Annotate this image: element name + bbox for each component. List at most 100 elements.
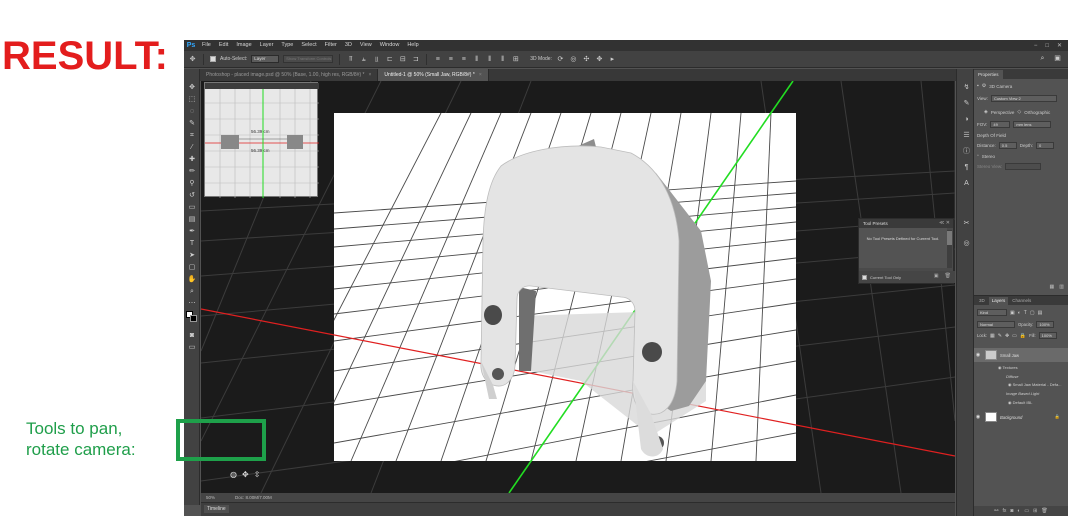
new-layer-icon[interactable]: ⊞	[1033, 506, 1037, 516]
align-right-icon[interactable]: ⊐	[411, 55, 420, 64]
paragraph-panel-icon[interactable]: ¶	[962, 163, 971, 172]
delete-icon[interactable]: ▥	[1059, 284, 1064, 290]
workspace-icon[interactable]: ▣	[1053, 54, 1062, 63]
eyedropper-tool-icon[interactable]: ⁄	[187, 143, 197, 153]
lock-pixels-icon[interactable]: ▦	[990, 333, 995, 339]
drag-3d-icon[interactable]: ✣	[582, 55, 591, 64]
crop-tool-icon[interactable]: ⌗	[187, 131, 197, 141]
adjustment-filter-icon[interactable]: ◐	[1018, 310, 1021, 316]
trash-icon[interactable]: 🗑	[945, 273, 951, 279]
timeline-tab[interactable]: Timeline	[204, 505, 229, 513]
tool-presets-header[interactable]: Tool Presets ≪ ✕	[859, 219, 953, 228]
tab-placed-image[interactable]: Photoshop - placed image.psd @ 50% (Base…	[200, 69, 379, 81]
opacity-input[interactable]: 100%	[1036, 321, 1055, 328]
eraser-tool-icon[interactable]: ▭	[187, 203, 197, 213]
distribute-middle-icon[interactable]: ≡	[446, 55, 455, 64]
maximize-button[interactable]: □	[1045, 43, 1049, 49]
quick-select-tool-icon[interactable]: ✎	[187, 119, 197, 129]
gradient-tool-icon[interactable]: ▤	[187, 215, 197, 225]
history-panel-icon[interactable]: ↯	[962, 83, 971, 92]
layer-small-jaw[interactable]: ◉ Small Jaw	[974, 348, 1068, 362]
document-canvas[interactable]: 56.39 cm 56.39 cm ◍ ✥ ⇳ Tool Presets ≪ ✕…	[201, 81, 955, 493]
history-brush-tool-icon[interactable]: ↺	[187, 191, 197, 201]
menu-help[interactable]: Help	[403, 40, 422, 51]
lock-brush-icon[interactable]: ✎	[998, 333, 1002, 339]
auto-align-icon[interactable]: ⊞	[511, 55, 520, 64]
auto-select-checkbox[interactable]	[210, 56, 216, 62]
more-tools-icon[interactable]: ⋯	[187, 299, 197, 309]
orthographic-icon[interactable]: ◇	[1017, 109, 1021, 115]
layer-background[interactable]: ◉ Background 🔒	[974, 410, 1068, 424]
adjustments-panel-icon[interactable]: ◑	[962, 115, 971, 124]
move-tool-icon[interactable]: ✥	[188, 55, 197, 64]
brush-tool-icon[interactable]: ✏	[187, 167, 197, 177]
dolly-camera-icon[interactable]: ⇳	[254, 470, 261, 479]
transform-controls-field[interactable]: Show Transform Controls	[283, 55, 334, 63]
menu-layer[interactable]: Layer	[256, 40, 278, 51]
view-select[interactable]: Custom View 2	[990, 95, 1057, 102]
orbit-camera-icon[interactable]: ◍	[230, 470, 237, 479]
align-middle-icon[interactable]: ⫨	[359, 55, 368, 64]
group-icon[interactable]: ▭	[1024, 506, 1029, 516]
zoom-tool-icon[interactable]: ⌕	[187, 287, 197, 297]
kind-filter-select[interactable]: Kind	[977, 309, 1007, 316]
current-tool-only-checkbox[interactable]	[862, 274, 867, 280]
close-icon[interactable]: ×	[369, 72, 372, 78]
close-icon[interactable]: ×	[479, 72, 482, 78]
add-mask-icon[interactable]: ◙	[1010, 506, 1013, 516]
brush-panel-icon[interactable]: ✎	[962, 99, 971, 108]
lock-position-icon[interactable]: ✥	[1005, 333, 1009, 339]
menu-view[interactable]: View	[356, 40, 376, 51]
clone-stamp-tool-icon[interactable]: ⚲	[187, 179, 197, 189]
slide-3d-icon[interactable]: ✥	[595, 55, 604, 64]
move-tool-icon[interactable]: ✥	[187, 83, 197, 93]
fx-icon[interactable]: fx	[1002, 506, 1006, 516]
3d-panel-icon[interactable]: ◎	[962, 239, 971, 248]
tab-layers[interactable]: Layers	[988, 297, 1009, 305]
render-icon[interactable]: ▦	[1050, 284, 1055, 290]
secondary-view[interactable]: 56.39 cm 56.39 cm	[204, 82, 319, 198]
align-bottom-icon[interactable]: ⫫	[372, 55, 381, 64]
distance-input[interactable]: 0.5	[998, 142, 1017, 149]
trash-icon[interactable]: 🗑	[1041, 506, 1047, 516]
menu-type[interactable]: Type	[277, 40, 297, 51]
scrollbar-thumb[interactable]	[947, 231, 952, 245]
hand-tool-icon[interactable]: ✋	[187, 275, 197, 285]
stereo-view-select[interactable]	[1005, 163, 1042, 170]
menu-edit[interactable]: Edit	[215, 40, 232, 51]
pen-tool-icon[interactable]: ✒	[187, 227, 197, 237]
minimize-button[interactable]: −	[1034, 43, 1038, 49]
sublayer-material[interactable]: ◉ Small Jaw Material - Defa...	[1008, 382, 1062, 387]
orthographic-label[interactable]: Orthographic	[1024, 110, 1050, 115]
adjustment-layer-icon[interactable]: ◐	[1017, 506, 1020, 516]
zoom-level[interactable]: 50%	[206, 495, 215, 500]
healing-brush-tool-icon[interactable]: ✚	[187, 155, 197, 165]
character-panel-icon[interactable]: A	[962, 179, 971, 188]
tab-untitled-1[interactable]: Untitled-1 @ 50% (Small Jaw, RGB/8#) * ×	[378, 69, 489, 81]
lasso-tool-icon[interactable]: ◌	[187, 107, 197, 117]
fov-unit-select[interactable]: mm lens	[1013, 121, 1052, 128]
distribute-right-icon[interactable]: ⦀	[498, 55, 507, 64]
scale-3d-icon[interactable]: ▸	[608, 55, 617, 64]
type-tool-icon[interactable]: T	[187, 239, 197, 249]
menu-select[interactable]: Select	[297, 40, 320, 51]
align-left-icon[interactable]: ⊏	[385, 55, 394, 64]
sublayer-default-ibl[interactable]: ◉ Default IBL	[1008, 400, 1032, 405]
menu-image[interactable]: Image	[232, 40, 255, 51]
lock-artboard-icon[interactable]: ▭	[1012, 333, 1017, 339]
align-top-icon[interactable]: ⫪	[346, 55, 355, 64]
new-preset-icon[interactable]: ▣	[934, 273, 939, 279]
align-center-icon[interactable]: ⊟	[398, 55, 407, 64]
orbit-3d-icon[interactable]: ⟳	[556, 55, 565, 64]
info-panel-icon[interactable]: ⓘ	[962, 147, 971, 156]
marquee-tool-icon[interactable]: ⬚	[187, 95, 197, 105]
menu-filter[interactable]: Filter	[321, 40, 341, 51]
pan-camera-icon[interactable]: ✥	[242, 470, 249, 479]
visibility-eye-icon[interactable]: ◉	[974, 414, 982, 420]
blend-mode-select[interactable]: Normal	[977, 321, 1015, 328]
sublayer-textures[interactable]: ◉ Textures	[998, 365, 1018, 370]
perspective-icon[interactable]: ◈	[984, 109, 988, 115]
visibility-eye-icon[interactable]: ◉	[974, 352, 982, 358]
depth-input[interactable]: 0	[1036, 142, 1055, 149]
distribute-left-icon[interactable]: ⦀	[472, 55, 481, 64]
